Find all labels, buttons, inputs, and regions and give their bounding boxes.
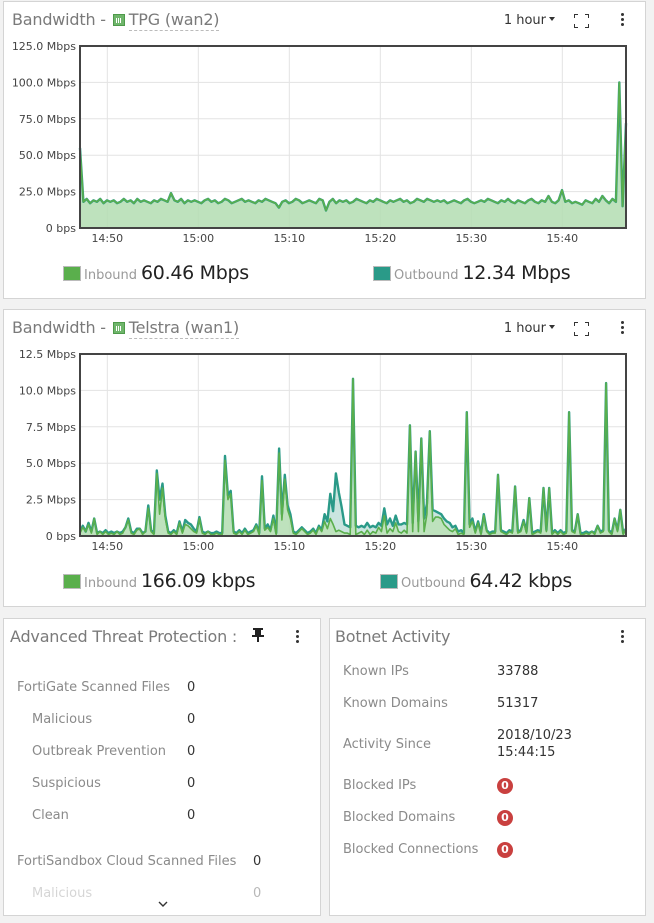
activity-since-time: 15:44:15: [497, 745, 556, 760]
inbound-swatch: [63, 574, 81, 589]
caret-down-icon: [549, 17, 555, 21]
title-prefix: Bandwidth -: [12, 318, 111, 337]
x-tick-label: 14:50: [91, 232, 123, 245]
legend-inbound: Inbound 166.09 kbps: [63, 570, 256, 592]
y-tick-label: 5.0 Mbps: [26, 457, 76, 470]
botnet-row-label: Activity Since: [343, 737, 431, 752]
y-tick-label: 10.0 Mbps: [19, 384, 76, 397]
known-domains-value: 51317: [497, 696, 539, 711]
widget-title: Bandwidth - TPG (wan2): [12, 10, 220, 31]
widget-title: Bandwidth - Telstra (wan1): [12, 318, 239, 339]
y-tick-label: 125.0 Mbps: [12, 40, 76, 53]
title-prefix: Bandwidth -: [12, 10, 111, 29]
x-tick-label: 15:30: [455, 540, 487, 553]
kebab-menu-icon[interactable]: [294, 630, 300, 644]
x-tick-label: 15:40: [546, 540, 578, 553]
x-tick-label: 15:00: [182, 540, 214, 553]
x-tick-label: 15:20: [364, 232, 396, 245]
atp-row-label: FortiSandbox Cloud Scanned Files: [17, 854, 237, 869]
interface-link[interactable]: Telstra (wan1): [128, 318, 239, 339]
interface-link[interactable]: TPG (wan2): [128, 10, 220, 31]
kebab-menu-icon[interactable]: [619, 13, 625, 27]
bandwidth-chart-telstra: 0 bps 2.5 Mbps 5.0 Mbps 7.5 Mbps 10.0 Mbps 12…: [19, 348, 628, 553]
chevron-down-icon[interactable]: [158, 897, 168, 907]
x-tick-label: 14:50: [91, 540, 123, 553]
blocked-ips-badge: 0: [497, 778, 513, 794]
atp-row-value: 0: [187, 712, 196, 727]
atp-row-value: 0: [253, 854, 262, 869]
atp-row-value: 0: [187, 680, 196, 695]
legend-inbound: Inbound 60.46 Mbps: [63, 262, 249, 284]
blocked-domains-badge: 0: [497, 810, 513, 826]
kebab-menu-icon[interactable]: [619, 321, 625, 335]
atp-row-value: 0: [187, 744, 196, 759]
period-label: 1 hour: [503, 13, 546, 28]
expand-icon[interactable]: [574, 322, 589, 336]
activity-since-date: 2018/10/23: [497, 728, 572, 743]
atp-row-value: 0: [187, 776, 196, 791]
outbound-value: 12.34 Mbps: [462, 262, 571, 284]
atp-widget: Advanced Threat Protection : FortiGate S…: [3, 618, 321, 916]
known-ips-value: 33788: [497, 664, 539, 679]
y-tick-label: 12.5 Mbps: [19, 348, 76, 361]
expand-icon[interactable]: [574, 14, 589, 28]
caret-down-icon: [549, 325, 555, 329]
botnet-row-label: Blocked IPs: [343, 778, 417, 793]
legend-label: Outbound: [401, 576, 466, 591]
period-dropdown[interactable]: 1 hour: [504, 321, 555, 336]
pin-icon[interactable]: [252, 628, 264, 646]
ethernet-port-icon: [112, 14, 125, 26]
x-tick-label: 15:30: [455, 232, 487, 245]
atp-row-value: 0: [253, 886, 262, 901]
atp-row-label: Malicious: [32, 886, 93, 901]
y-tick-label: 7.5 Mbps: [26, 421, 76, 434]
botnet-row-label: Known Domains: [343, 696, 448, 711]
y-tick-label: 50.0 Mbps: [19, 149, 76, 162]
atp-row-label: Outbreak Prevention: [32, 744, 167, 759]
ethernet-port-icon: [112, 322, 125, 334]
bandwidth-widget-telstra: Bandwidth - Telstra (wan1) 1 hour 0 bps 2…: [3, 309, 646, 607]
y-tick-label: 75.0 Mbps: [19, 113, 76, 126]
legend-label: Inbound: [84, 268, 138, 283]
inbound-value: 166.09 kbps: [141, 570, 256, 592]
y-tick-label: 25.0 Mbps: [19, 186, 76, 199]
widget-title: Advanced Threat Protection :: [10, 627, 238, 646]
botnet-row-label: Blocked Domains: [343, 810, 456, 825]
atp-row-label: Malicious: [32, 712, 93, 727]
bandwidth-widget-tpg: Bandwidth - TPG (wan2) 1 hour 0 bps 25.0 …: [3, 1, 646, 299]
bandwidth-chart-tpg: 0 bps 25.0 Mbps 50.0 Mbps 75.0 Mbps 100.0 Mb…: [12, 40, 628, 245]
outbound-swatch: [373, 266, 391, 281]
legend-outbound: Outbound 12.34 Mbps: [373, 262, 571, 284]
x-tick-label: 15:00: [182, 232, 214, 245]
x-tick-label: 15:20: [364, 540, 396, 553]
atp-row-label: Suspicious: [32, 776, 101, 791]
inbound-swatch: [63, 266, 81, 281]
x-tick-label: 15:10: [273, 540, 305, 553]
y-tick-label: 2.5 Mbps: [26, 494, 76, 507]
period-dropdown[interactable]: 1 hour: [504, 13, 555, 28]
legend-label: Inbound: [84, 576, 138, 591]
blocked-connections-badge: 0: [497, 842, 513, 858]
period-label: 1 hour: [503, 321, 546, 336]
outbound-value: 64.42 kbps: [469, 570, 573, 592]
y-tick-label: 0 bps: [46, 530, 76, 543]
legend-outbound: Outbound 64.42 kbps: [380, 570, 572, 592]
botnet-widget: Botnet Activity Known IPs 33788 Known Do…: [329, 618, 646, 916]
x-tick-label: 15:40: [546, 232, 578, 245]
legend-label: Outbound: [394, 268, 459, 283]
y-tick-label: 0 bps: [46, 222, 76, 235]
outbound-swatch: [380, 574, 398, 589]
atp-row-label: Clean: [32, 808, 69, 823]
atp-row-label: FortiGate Scanned Files: [17, 680, 171, 695]
widget-title: Botnet Activity: [335, 627, 451, 646]
botnet-row-label: Known IPs: [343, 664, 409, 679]
x-tick-label: 15:10: [273, 232, 305, 245]
atp-row-value: 0: [187, 808, 196, 823]
inbound-value: 60.46 Mbps: [141, 262, 249, 284]
y-tick-label: 100.0 Mbps: [12, 76, 76, 89]
botnet-row-label: Blocked Connections: [343, 842, 479, 857]
kebab-menu-icon[interactable]: [619, 630, 625, 644]
